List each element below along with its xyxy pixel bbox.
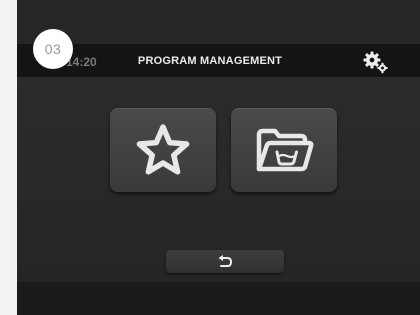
- footer-bar: [17, 282, 420, 315]
- display-bezel: [17, 0, 420, 44]
- wash-program-folder-icon: [256, 128, 314, 172]
- return-arrow-icon: [218, 254, 233, 267]
- gears-icon: [363, 51, 388, 74]
- program-folder-button[interactable]: [231, 108, 337, 192]
- back-button[interactable]: [166, 250, 284, 273]
- favorites-button[interactable]: [110, 108, 216, 192]
- page-title: PROGRAM MANAGEMENT: [0, 55, 420, 67]
- star-icon: [136, 124, 190, 175]
- page-title-text: PROGRAM MANAGEMENT: [137, 55, 283, 67]
- settings-button[interactable]: [363, 50, 389, 74]
